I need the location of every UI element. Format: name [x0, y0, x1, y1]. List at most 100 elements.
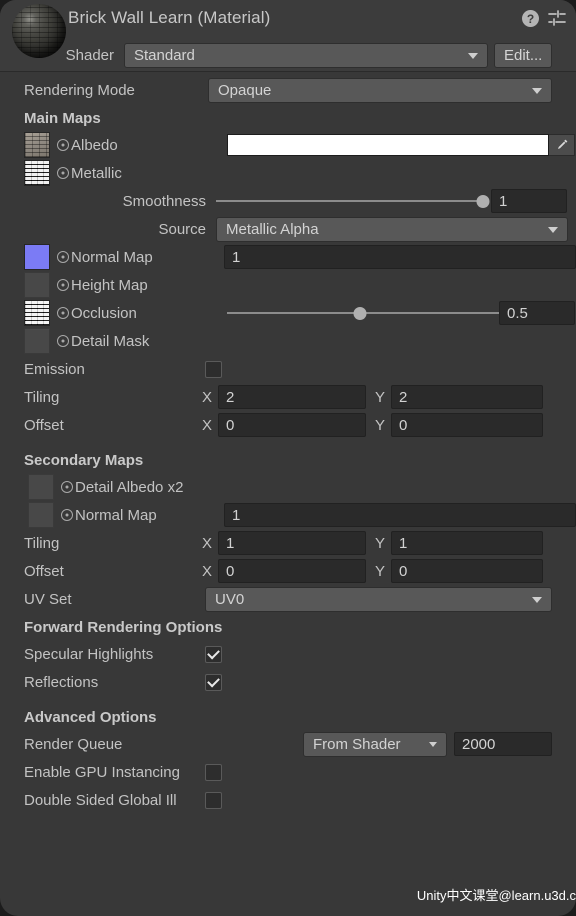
reflections-row: Reflections [0, 670, 576, 694]
render-queue-mode: From Shader [313, 735, 401, 753]
detail-albedo-label: Detail Albedo x2 [75, 478, 184, 496]
secondary-normal-map-row: Normal Map 1 [0, 502, 576, 528]
main-tiling-y-field[interactable]: 2 [391, 385, 544, 409]
main-tiling-x-field[interactable]: 2 [218, 385, 367, 409]
reflections-label: Reflections [24, 673, 99, 691]
secondary-normal-map-label: Normal Map [75, 506, 157, 524]
albedo-texture-slot[interactable] [24, 132, 50, 158]
rendering-mode-dropdown[interactable]: Opaque [208, 77, 552, 103]
source-value: Metallic Alpha [226, 220, 319, 238]
detail-albedo-texture-slot[interactable] [28, 474, 54, 500]
reflections-checkbox[interactable] [205, 673, 222, 691]
sec-tiling-y-label: Y [375, 534, 386, 552]
main-offset-label: Offset [24, 416, 64, 434]
rendering-mode-label: Rendering Mode [24, 81, 135, 99]
secondary-normal-map-texture-slot[interactable] [28, 502, 54, 528]
shader-label: Shader [65, 46, 114, 64]
slider-knob[interactable] [476, 194, 490, 208]
height-map-row: Height Map [0, 272, 576, 298]
settings-sliders-icon[interactable] [548, 10, 566, 27]
secondary-normal-value-field[interactable]: 1 [224, 503, 576, 527]
watermark: Unity中文课堂@learn.u3d.c [416, 888, 576, 903]
albedo-label: Albedo [71, 136, 118, 154]
albedo-row: Albedo [0, 132, 576, 158]
chevron-down-icon [468, 53, 478, 59]
shader-dropdown[interactable]: Standard [124, 42, 488, 68]
smoothness-slider[interactable] [216, 189, 490, 213]
occlusion-label: Occlusion [71, 304, 137, 322]
specular-highlights-row: Specular Highlights [0, 642, 576, 666]
metallic-object-picker-icon[interactable] [57, 167, 69, 179]
double-sided-gi-row: Double Sided Global Ill [0, 788, 576, 812]
sec-offset-y-label: Y [375, 562, 386, 580]
edit-shader-button[interactable]: Edit... [494, 42, 553, 68]
inspector-body: Rendering Mode Opaque Main Maps Albedo M… [0, 72, 576, 812]
emission-row: Emission [0, 357, 576, 381]
uv-set-value: UV0 [215, 590, 245, 608]
render-queue-value-field[interactable]: 2000 [454, 732, 552, 756]
gpu-instancing-checkbox[interactable] [205, 763, 222, 781]
main-offset-x-field[interactable]: 0 [218, 413, 367, 437]
main-offset-row: Offset X 0 Y 0 [0, 413, 576, 437]
detail-mask-label: Detail Mask [71, 332, 150, 350]
metallic-texture-slot[interactable] [24, 160, 50, 186]
rendering-mode-row: Rendering Mode Opaque [0, 77, 576, 103]
metallic-label: Metallic [71, 164, 122, 182]
slider-track [227, 312, 517, 314]
chevron-down-icon [548, 227, 558, 233]
inspector-header: Brick Wall Learn (Material) ? Shader Sta… [0, 0, 576, 72]
specular-highlights-checkbox[interactable] [205, 645, 222, 663]
uv-set-label: UV Set [24, 590, 72, 608]
shader-row: Shader Standard Edit... [0, 42, 576, 68]
normal-map-object-picker-icon[interactable] [57, 251, 69, 263]
normal-map-value-field[interactable]: 1 [224, 245, 576, 269]
gpu-instancing-row: Enable GPU Instancing [0, 760, 576, 784]
tiling-x-label: X [202, 388, 213, 406]
metallic-row: Metallic [0, 160, 576, 186]
rendering-mode-value: Opaque [218, 81, 272, 99]
occlusion-texture-slot[interactable] [24, 300, 50, 326]
render-queue-dropdown[interactable]: From Shader [303, 731, 447, 757]
slider-knob[interactable] [353, 306, 367, 320]
emission-label: Emission [24, 360, 85, 378]
specular-highlights-label: Specular Highlights [24, 645, 154, 663]
chevron-down-icon [532, 88, 542, 94]
secondary-offset-row: Offset X 0 Y 0 [0, 559, 576, 583]
height-map-texture-slot[interactable] [24, 272, 50, 298]
render-queue-label: Render Queue [24, 735, 123, 753]
eyedropper-icon[interactable] [549, 134, 575, 156]
secondary-offset-x-field[interactable]: 0 [218, 559, 367, 583]
double-sided-gi-checkbox[interactable] [205, 791, 222, 809]
detail-mask-object-picker-icon[interactable] [57, 335, 69, 347]
detail-mask-texture-slot[interactable] [24, 328, 50, 354]
smoothness-label: Smoothness [122, 192, 206, 210]
emission-checkbox[interactable] [205, 360, 222, 378]
chevron-down-icon [429, 742, 437, 747]
occlusion-value-field[interactable]: 0.5 [499, 301, 575, 325]
occlusion-slider[interactable] [227, 301, 517, 325]
albedo-color-field[interactable] [227, 134, 549, 156]
secondary-normal-object-picker-icon[interactable] [61, 509, 73, 521]
forward-rendering-heading: Forward Rendering Options [24, 618, 223, 636]
normal-map-label: Normal Map [71, 248, 153, 266]
advanced-options-heading: Advanced Options [24, 708, 157, 726]
height-map-object-picker-icon[interactable] [57, 279, 69, 291]
sec-tiling-x-label: X [202, 534, 213, 552]
uv-set-dropdown[interactable]: UV0 [205, 586, 552, 612]
secondary-tiling-y-field[interactable]: 1 [391, 531, 544, 555]
detail-albedo-object-picker-icon[interactable] [61, 481, 73, 493]
source-row: Source Metallic Alpha [0, 216, 576, 242]
smoothness-value-field[interactable]: 1 [491, 189, 567, 213]
secondary-offset-y-field[interactable]: 0 [391, 559, 544, 583]
albedo-object-picker-icon[interactable] [57, 139, 69, 151]
main-tiling-row: Tiling X 2 Y 2 [0, 385, 576, 409]
source-label: Source [158, 220, 206, 238]
help-icon[interactable]: ? [522, 10, 539, 27]
occlusion-object-picker-icon[interactable] [57, 307, 69, 319]
main-maps-heading: Main Maps [24, 109, 101, 127]
normal-map-texture-slot[interactable] [24, 244, 50, 270]
secondary-tiling-x-field[interactable]: 1 [218, 531, 367, 555]
offset-x-label: X [202, 416, 213, 434]
source-dropdown[interactable]: Metallic Alpha [216, 216, 568, 242]
main-offset-y-field[interactable]: 0 [391, 413, 544, 437]
